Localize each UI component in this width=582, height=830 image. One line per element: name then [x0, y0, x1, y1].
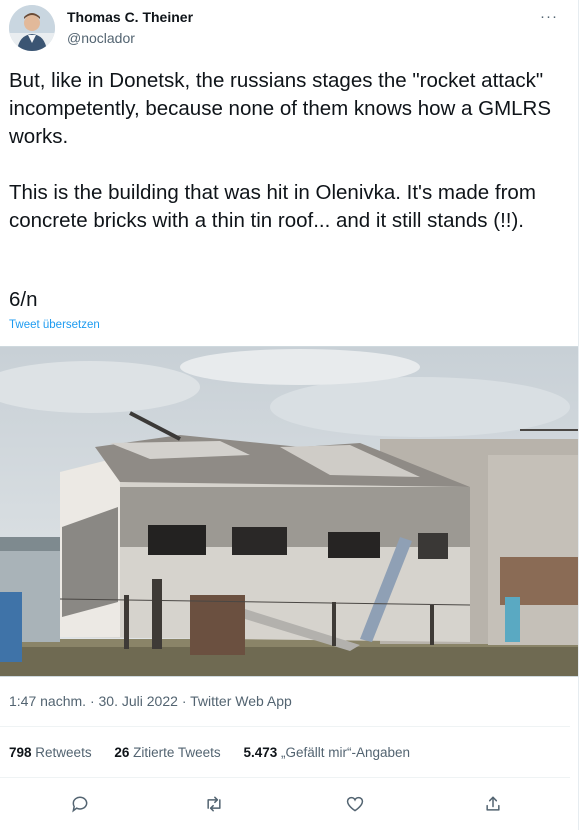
divider [0, 726, 570, 727]
reply-icon[interactable] [66, 790, 94, 818]
avatar-image [9, 5, 55, 51]
quotes-label: Zitierte Tweets [133, 745, 221, 760]
author-name[interactable]: Thomas C. Theiner [67, 9, 193, 25]
meta-separator: · [89, 693, 95, 709]
divider [0, 777, 570, 778]
tweet-card: Thomas C. Theiner @noclador ··· But, lik… [0, 0, 579, 830]
action-bar [0, 790, 570, 818]
meta-separator: · [181, 693, 187, 709]
retweets-count: 798 [9, 745, 32, 760]
likes-count: 5.473 [243, 745, 278, 760]
tweet-time[interactable]: 1:47 nachm. [9, 693, 86, 709]
likes-stat[interactable]: 5.473 „Gefällt mir“-Angaben [243, 745, 410, 760]
like-icon[interactable] [341, 790, 369, 818]
likes-label: „Gefällt mir“-Angaben [281, 745, 411, 760]
more-icon[interactable]: ··· [540, 8, 558, 25]
tweet-photo[interactable] [0, 346, 578, 677]
avatar[interactable] [9, 5, 55, 51]
retweets-stat[interactable]: 798 Retweets [9, 745, 92, 760]
author-handle[interactable]: @noclador [67, 30, 135, 46]
retweets-label: Retweets [35, 745, 92, 760]
engagement-stats: 798 Retweets 26 Zitierte Tweets 5.473 „G… [9, 745, 429, 760]
quotes-count: 26 [114, 745, 130, 760]
tweet-paragraph: This is the building that was hit in Ole… [9, 181, 536, 232]
thread-counter: 6/n [9, 288, 38, 311]
damaged-building-image [0, 347, 578, 676]
tweet-meta: 1:47 nachm. · 30. Juli 2022 · Twitter We… [9, 693, 292, 709]
share-icon[interactable] [479, 790, 507, 818]
tweet-date[interactable]: 30. Juli 2022 [99, 693, 178, 709]
tweet-paragraph: But, like in Donetsk, the russians stage… [9, 69, 552, 148]
tweet-text: But, like in Donetsk, the russians stage… [9, 67, 564, 235]
translate-link[interactable]: Tweet übersetzen [9, 319, 100, 331]
retweet-icon[interactable] [200, 790, 228, 818]
quotes-stat[interactable]: 26 Zitierte Tweets [114, 745, 220, 760]
tweet-source[interactable]: Twitter Web App [190, 693, 292, 709]
